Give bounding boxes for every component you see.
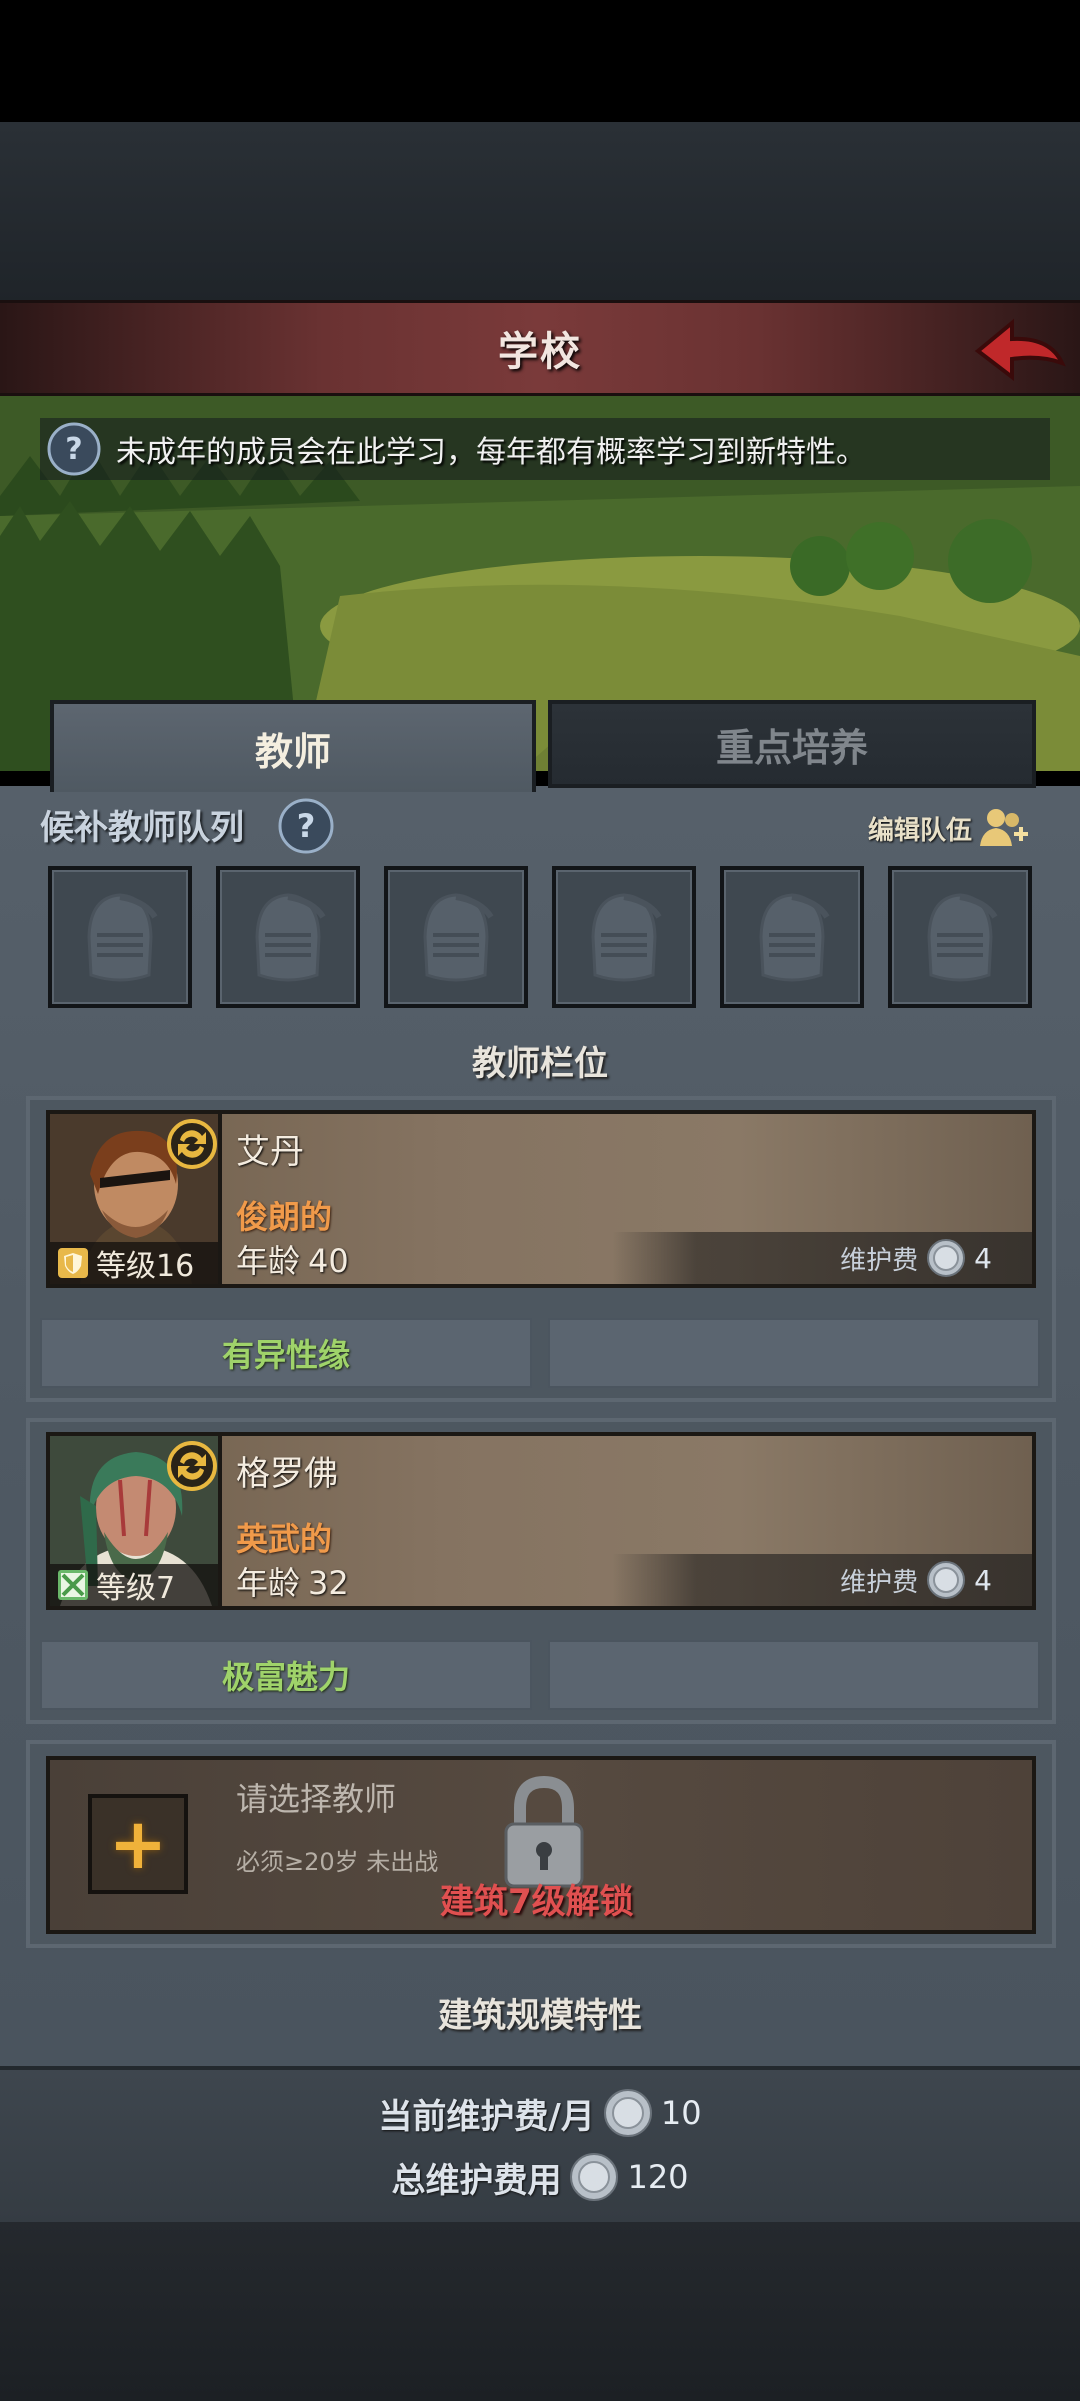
teacher-level-text: 等级7 <box>96 1571 176 1606</box>
teacher-card-1[interactable]: 等级16 艾丹 俊朗的 年龄 40 维护费 4 <box>46 1110 1036 1288</box>
perk-cell-empty <box>548 1640 1040 1710</box>
helmet-icon <box>423 893 494 982</box>
monthly-maintenance-value: 10 <box>660 2094 702 2132</box>
teacher-requirement: 必须≥20岁 未出战 <box>236 1848 439 1876</box>
teacher-perk-row-2: 极富魅力 <box>40 1640 1040 1710</box>
edit-team-icon <box>980 809 1028 846</box>
silver-coin-icon <box>570 2153 619 2201</box>
building-traits-title[interactable]: 建筑规模特性 <box>60 1982 1020 2042</box>
helmet-icon <box>87 893 158 982</box>
queue-slot-2[interactable] <box>216 866 360 1008</box>
fee-value: 4 <box>974 1563 992 1597</box>
teacher-level-text: 等级16 <box>96 1249 195 1284</box>
age-value: 40 <box>308 1242 349 1280</box>
shield-icon <box>58 1248 88 1278</box>
queue-label: 候补教师队列 <box>40 808 244 848</box>
total-maintenance: 总维护费用 120 <box>0 2152 1080 2202</box>
plus-icon: + <box>108 1803 168 1885</box>
perk-text: 有异性缘 <box>221 1336 350 1374</box>
teacher-card-2[interactable]: 等级7 格罗佛 英武的 年龄 32 维护费 4 <box>46 1432 1036 1610</box>
teacher-portrait-1: 等级16 <box>50 1114 222 1284</box>
helmet-icon <box>927 893 998 982</box>
silver-coin-icon <box>927 1239 966 1277</box>
help-icon[interactable]: ? <box>46 421 102 477</box>
queue-slot-6[interactable] <box>888 866 1032 1008</box>
crossed-swords-icon <box>58 1570 88 1600</box>
select-teacher-text: 请选择教师 <box>236 1780 397 1818</box>
queue-slot-3[interactable] <box>384 866 528 1008</box>
swap-icon[interactable] <box>166 1440 218 1492</box>
age-label: 年龄 <box>236 1242 301 1280</box>
info-text: 未成年的成员会在此学习，每年都有概率学习到新特性。 <box>116 435 866 470</box>
teacher-fee: 维护费 4 <box>612 1232 1032 1284</box>
back-arrow-icon[interactable] <box>970 311 1070 391</box>
queue-slot-1[interactable] <box>48 866 192 1008</box>
teacher-age: 年龄 32 <box>236 1558 349 1604</box>
queue-slot-5[interactable] <box>720 866 864 1008</box>
tab-focus-training-label: 重点培养 <box>715 725 868 770</box>
teacher-level-1: 等级16 <box>50 1242 218 1284</box>
total-maintenance-value: 120 <box>627 2158 689 2196</box>
perk-cell[interactable]: 极富魅力 <box>40 1640 532 1710</box>
perk-cell[interactable]: 有异性缘 <box>40 1318 532 1388</box>
monthly-maintenance: 当前维护费/月 10 <box>0 2088 1080 2138</box>
svg-text:?: ? <box>297 807 316 845</box>
tab-teacher[interactable]: 教师 <box>50 700 536 792</box>
bottom-background <box>0 2222 1080 2401</box>
fee-value: 4 <box>974 1241 992 1275</box>
perk-text: 极富魅力 <box>221 1658 350 1696</box>
teacher-name: 艾丹 <box>236 1132 304 1172</box>
total-maintenance-label: 总维护费用 <box>391 2160 562 2201</box>
info-strip: ? 未成年的成员会在此学习，每年都有概率学习到新特性。 <box>40 418 1050 480</box>
monthly-maintenance-label: 当前维护费/月 <box>378 2096 595 2137</box>
swap-icon[interactable] <box>166 1118 218 1170</box>
tab-teacher-label: 教师 <box>254 729 331 774</box>
teacher-trait: 俊朗的 <box>236 1198 333 1236</box>
teacher-fee: 维护费 4 <box>612 1554 1032 1606</box>
fee-label: 维护费 <box>840 1567 919 1598</box>
teacher-age: 年龄 40 <box>236 1236 349 1282</box>
teacher-perk-row-1: 有异性缘 <box>40 1318 1040 1388</box>
silver-coin-icon <box>603 2089 652 2137</box>
fee-label: 维护费 <box>840 1245 919 1276</box>
helmet-icon <box>591 893 662 982</box>
perk-cell-empty <box>548 1318 1040 1388</box>
teacher-slots-title: 教师栏位 <box>472 1043 608 1084</box>
top-background <box>0 122 1080 302</box>
teacher-name: 格罗佛 <box>236 1454 338 1494</box>
silver-coin-icon <box>927 1561 966 1599</box>
locked-teacher-slot[interactable]: + 请选择教师 必须≥20岁 未出战 建筑7级解锁 <box>46 1756 1036 1934</box>
maintenance-footer: 当前维护费/月 10 总维护费用 120 <box>0 2066 1080 2222</box>
edit-team-label: 编辑队伍 <box>867 815 972 846</box>
age-value: 32 <box>308 1564 349 1602</box>
helmet-icon <box>255 893 326 982</box>
title-bar: 学校 <box>0 300 1080 396</box>
status-bar <box>0 0 1080 122</box>
add-teacher-button[interactable]: + <box>88 1794 188 1894</box>
age-label: 年龄 <box>236 1564 301 1602</box>
helmet-icon <box>759 893 830 982</box>
teacher-level-2: 等级7 <box>50 1564 218 1606</box>
teacher-portrait-2: 等级7 <box>50 1436 222 1606</box>
page-title: 学校 <box>498 329 582 375</box>
queue-help-icon[interactable]: ? <box>276 796 336 856</box>
teacher-trait: 英武的 <box>236 1520 333 1558</box>
unlock-requirement: 建筑7级解锁 <box>440 1882 634 1922</box>
edit-team-button[interactable]: 编辑队伍 <box>868 806 1030 850</box>
tab-focus-training[interactable]: 重点培养 <box>548 700 1036 788</box>
svg-text:?: ? <box>65 432 82 467</box>
queue-slot-4[interactable] <box>552 866 696 1008</box>
